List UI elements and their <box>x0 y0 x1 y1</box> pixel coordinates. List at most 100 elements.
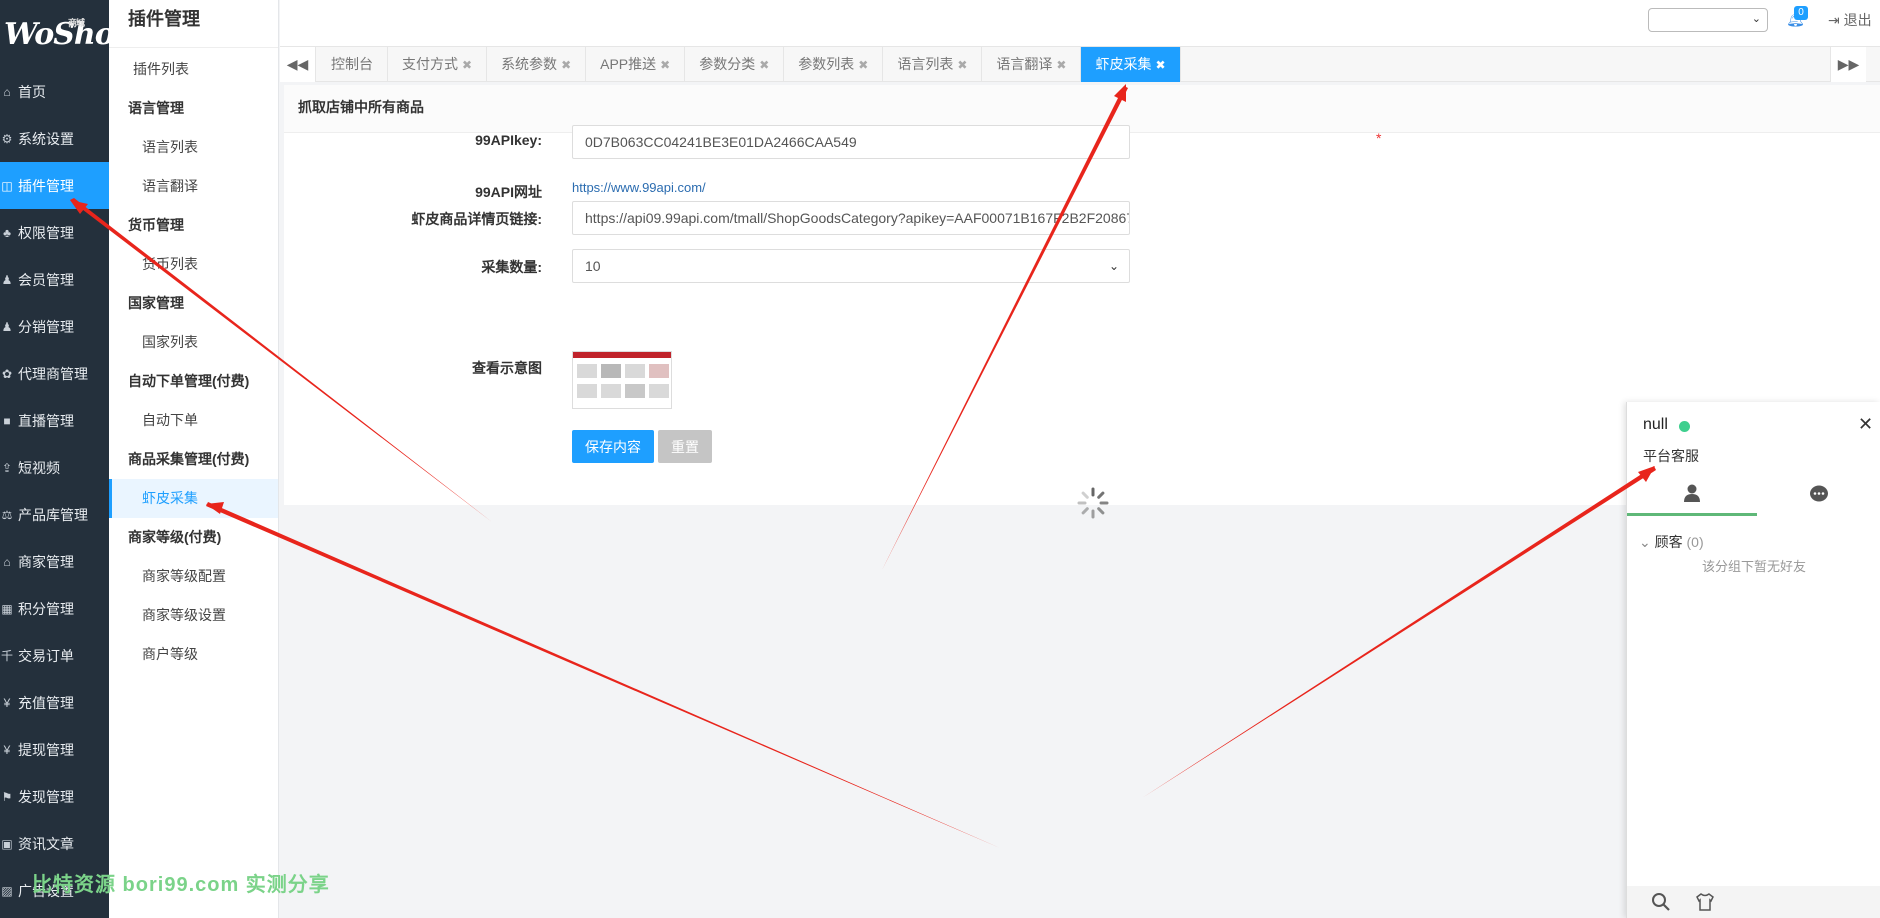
nav-item[interactable]: ▣ 资讯文章 <box>0 820 109 867</box>
chat-panel: null ✕ 平台客服 ⌄ 顾客 (0) 该分组下暂无好友 <box>1626 402 1880 918</box>
logout-button[interactable]: ⇥ 退出 <box>1828 10 1872 30</box>
chat-bubble-icon <box>1810 485 1828 502</box>
nav-item-label: 系统设置 <box>18 130 74 147</box>
calendar-icon: ▦ <box>1 601 13 616</box>
submenu-item[interactable]: 货币列表 <box>109 245 278 284</box>
tab-label: 支付方式 <box>402 56 458 72</box>
nav-item[interactable]: ■ 直播管理 <box>0 397 109 444</box>
close-icon[interactable]: ✖ <box>957 58 967 72</box>
home-icon: ⌂ <box>3 84 11 99</box>
yen-icon: ¥ <box>3 695 11 710</box>
online-status-icon <box>1679 421 1690 432</box>
nav-item[interactable]: ¥ 提现管理 <box>0 726 109 773</box>
yen-icon: ¥ <box>3 742 11 757</box>
api-url-link[interactable]: https://www.99api.com/ <box>572 180 706 195</box>
annotation-arrow-submenu <box>206 502 1000 848</box>
chat-tab-contacts[interactable] <box>1627 472 1757 516</box>
submenu-item[interactable]: 自动下单 <box>109 401 278 440</box>
submenu-item[interactable]: 国家列表 <box>109 323 278 362</box>
tab-label: APP推送 <box>600 56 657 72</box>
nav-item-label: 代理商管理 <box>18 365 88 382</box>
close-icon[interactable]: ✖ <box>1056 58 1066 72</box>
nav-item-label: 首页 <box>18 83 46 100</box>
loading-spinner-icon <box>1077 487 1109 519</box>
user-icon <box>1684 484 1700 502</box>
tab[interactable]: 参数分类 ✖ <box>685 47 785 82</box>
tab[interactable]: 虾皮采集 ✖ <box>1081 47 1181 82</box>
double-right-icon: ▶▶ <box>1837 56 1860 72</box>
empty-contacts-text: 该分组下暂无好友 <box>1701 559 1806 574</box>
tab[interactable]: 语言列表 ✖ <box>883 47 983 82</box>
nav-item[interactable]: ♟ 会员管理 <box>0 256 109 303</box>
submenu-group-label: 商家等级(付费) <box>128 529 222 545</box>
submenu-group-label: 货币管理 <box>128 217 184 233</box>
submenu-item[interactable]: 插件列表 <box>109 50 278 89</box>
tab-label: 系统参数 <box>501 56 558 72</box>
agent-icon: ✿ <box>1 366 13 381</box>
nav-item-label: 产品库管理 <box>18 506 88 523</box>
detail-link-input[interactable]: https://api09.99api.com/tmall/ShopGoodsC… <box>572 201 1130 235</box>
nav-item[interactable]: ⇪ 短视频 <box>0 444 109 491</box>
preview-thumbnail[interactable] <box>572 351 672 409</box>
nav-item-label: 插件管理 <box>18 177 74 194</box>
nav-item[interactable]: ⚑ 发现管理 <box>0 773 109 820</box>
plugin-icon: ◫ <box>1 178 13 193</box>
image-icon: ▨ <box>1 883 13 898</box>
tab[interactable]: APP推送 ✖ <box>586 47 686 82</box>
submenu-item[interactable]: 商家等级设置 <box>109 596 278 635</box>
close-icon[interactable]: ✖ <box>759 58 769 72</box>
nav-item[interactable]: ♟ 分销管理 <box>0 303 109 350</box>
quantity-select[interactable]: 10 ⌄ <box>572 249 1130 283</box>
nav-item[interactable]: ¥ 充值管理 <box>0 679 109 726</box>
chat-subtitle: 平台客服 <box>1643 448 1699 464</box>
contact-group-label: 顾客 <box>1654 534 1683 550</box>
thumbnail-block <box>649 364 669 378</box>
nav-item[interactable]: ⚙ 系统设置 <box>0 115 109 162</box>
thumbnail-block <box>625 384 645 398</box>
tab[interactable]: 系统参数 ✖ <box>487 47 587 82</box>
tab-label: 控制台 <box>331 56 373 72</box>
language-select[interactable]: ⌄ <box>1648 8 1768 32</box>
search-icon[interactable] <box>1651 892 1671 912</box>
nav-item[interactable]: 千交易订单 <box>0 632 109 679</box>
chat-tab-messages[interactable] <box>1757 472 1880 516</box>
close-icon[interactable]: ✖ <box>1155 58 1165 72</box>
close-icon[interactable]: ✕ <box>1858 414 1873 435</box>
tab[interactable]: 参数列表 ✖ <box>784 47 884 82</box>
submenu-item[interactable]: 商户等级 <box>109 635 278 674</box>
nav-item[interactable]: ⚖ 产品库管理 <box>0 491 109 538</box>
tab[interactable]: 控制台 <box>317 47 388 82</box>
nav-item[interactable]: ✿ 代理商管理 <box>0 350 109 397</box>
reset-button[interactable]: 重置 <box>658 430 712 463</box>
close-icon[interactable]: ✖ <box>660 58 670 72</box>
contact-group-count: (0) <box>1686 534 1704 550</box>
nav-item[interactable]: ⌂ 首页 <box>0 68 109 115</box>
nav-item[interactable]: ⌂ 商家管理 <box>0 538 109 585</box>
close-icon[interactable]: ✖ <box>462 58 472 72</box>
nav-item[interactable]: ♣ 权限管理 <box>0 209 109 256</box>
apikey-input[interactable]: 0D7B063CC04241BE3E01DA2466CAA549 <box>572 125 1130 159</box>
close-icon[interactable]: ✖ <box>858 58 868 72</box>
tab[interactable]: 语言翻译 ✖ <box>982 47 1082 82</box>
submenu-item[interactable]: 商家等级配置 <box>109 557 278 596</box>
tab-scroll-right-button[interactable]: ▶▶ <box>1830 47 1866 82</box>
tab-label: 参数分类 <box>699 56 756 72</box>
nav-item[interactable]: ▦ 积分管理 <box>0 585 109 632</box>
skin-icon[interactable] <box>1695 892 1715 912</box>
nav-item-label: 提现管理 <box>18 741 74 758</box>
thumbnail-block <box>577 384 597 398</box>
submenu-item[interactable]: 语言翻译 <box>109 167 278 206</box>
tab[interactable]: 支付方式 ✖ <box>388 47 488 82</box>
nav-item-label: 资讯文章 <box>18 835 74 852</box>
close-icon[interactable]: ✖ <box>561 58 571 72</box>
save-button[interactable]: 保存内容 <box>572 430 654 463</box>
submenu-item[interactable]: 虾皮采集 <box>109 479 278 518</box>
balance-icon: ⚖ <box>1 507 13 522</box>
notification-badge: 0 <box>1794 6 1808 20</box>
nav-item[interactable]: ◫ 插件管理 <box>0 162 109 209</box>
tab-scroll-left-button[interactable]: ◀◀ <box>280 47 316 82</box>
submenu-item[interactable]: 语言列表 <box>109 128 278 167</box>
contact-group[interactable]: ⌄ 顾客 (0) <box>1639 532 1704 552</box>
nav-item-label: 交易订单 <box>18 647 74 664</box>
chat-footer <box>1627 886 1880 918</box>
